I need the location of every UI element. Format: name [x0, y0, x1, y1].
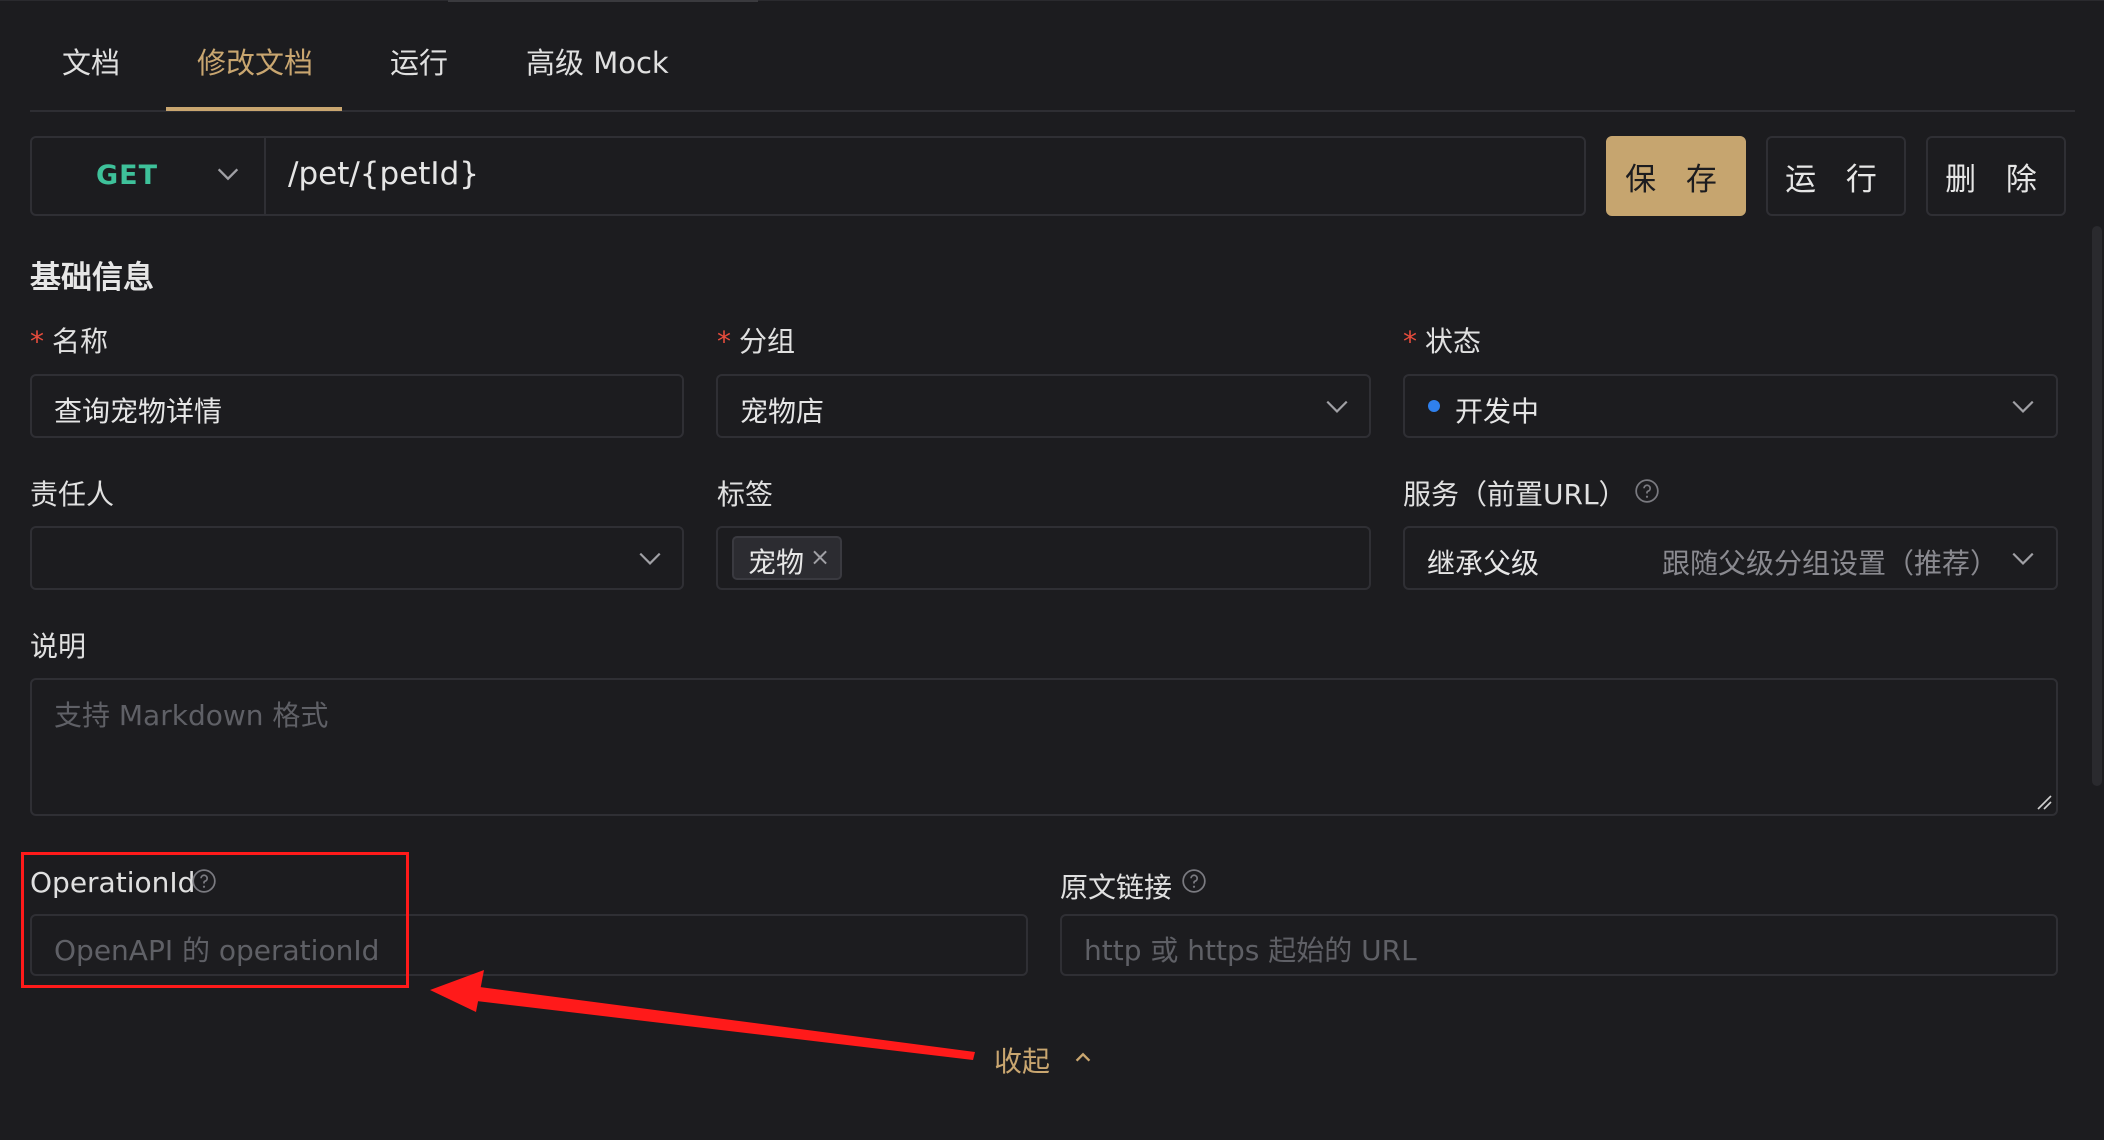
chevron-up-icon[interactable]	[1072, 1046, 1094, 1068]
annotation-highlight-box	[21, 852, 409, 988]
status-value: 开发中	[1455, 395, 1540, 428]
chevron-down-icon[interactable]	[637, 545, 663, 571]
chevron-down-icon[interactable]	[1324, 393, 1350, 419]
path-input[interactable]: /pet/{petId}	[288, 156, 479, 192]
source-link-placeholder: http 或 https 起始的 URL	[1084, 934, 1417, 967]
name-value: 查询宠物详情	[54, 395, 223, 428]
tab-run[interactable]: 运行	[390, 40, 448, 82]
description-textarea[interactable]	[30, 678, 2058, 816]
source-link-label: 原文链接	[1060, 871, 1173, 904]
scrollbar[interactable]	[2092, 226, 2102, 786]
chevron-down-icon[interactable]	[2010, 393, 2036, 419]
help-circle-icon[interactable]	[1181, 868, 1207, 894]
service-value: 继承父级	[1427, 547, 1540, 580]
method-label: GET	[96, 160, 159, 191]
required-star: *	[1403, 325, 1417, 358]
active-tab-indicator	[166, 107, 342, 111]
tab-advanced-mock[interactable]: 高级 Mock	[526, 40, 669, 82]
help-circle-icon[interactable]	[1634, 478, 1660, 504]
delete-button[interactable]: 删 除	[1926, 136, 2066, 216]
resize-handle-icon[interactable]	[2036, 794, 2052, 810]
tags-label: 标签	[717, 478, 774, 511]
tab-docs[interactable]: 文档	[62, 40, 120, 82]
description-label: 说明	[30, 630, 87, 663]
service-label: 服务（前置URL）	[1403, 478, 1627, 511]
tag-label: 宠物	[748, 546, 805, 579]
chevron-down-icon[interactable]	[2010, 545, 2036, 571]
tab-bar	[30, 0, 2075, 112]
required-star: *	[30, 325, 44, 358]
service-hint: 跟随父级分组设置（推荐）	[1662, 547, 1999, 580]
section-title: 基础信息	[30, 260, 154, 296]
status-label: * 状态	[1403, 325, 1482, 358]
owner-label: 责任人	[30, 478, 115, 511]
status-dot-icon	[1428, 400, 1440, 412]
save-button[interactable]: 保 存	[1606, 136, 1746, 216]
tab-edit-docs[interactable]: 修改文档	[197, 40, 313, 82]
run-button[interactable]: 运 行	[1766, 136, 1906, 216]
name-label: * 名称	[30, 325, 109, 358]
collapse-toggle[interactable]: 收起	[994, 1040, 1050, 1080]
description-placeholder: 支持 Markdown 格式	[54, 699, 329, 732]
close-icon[interactable]: ×	[810, 543, 830, 571]
required-star: *	[717, 325, 731, 358]
group-label: * 分组	[717, 325, 796, 358]
group-value: 宠物店	[740, 395, 825, 428]
chevron-down-icon[interactable]	[214, 160, 242, 188]
owner-select[interactable]	[30, 526, 684, 590]
